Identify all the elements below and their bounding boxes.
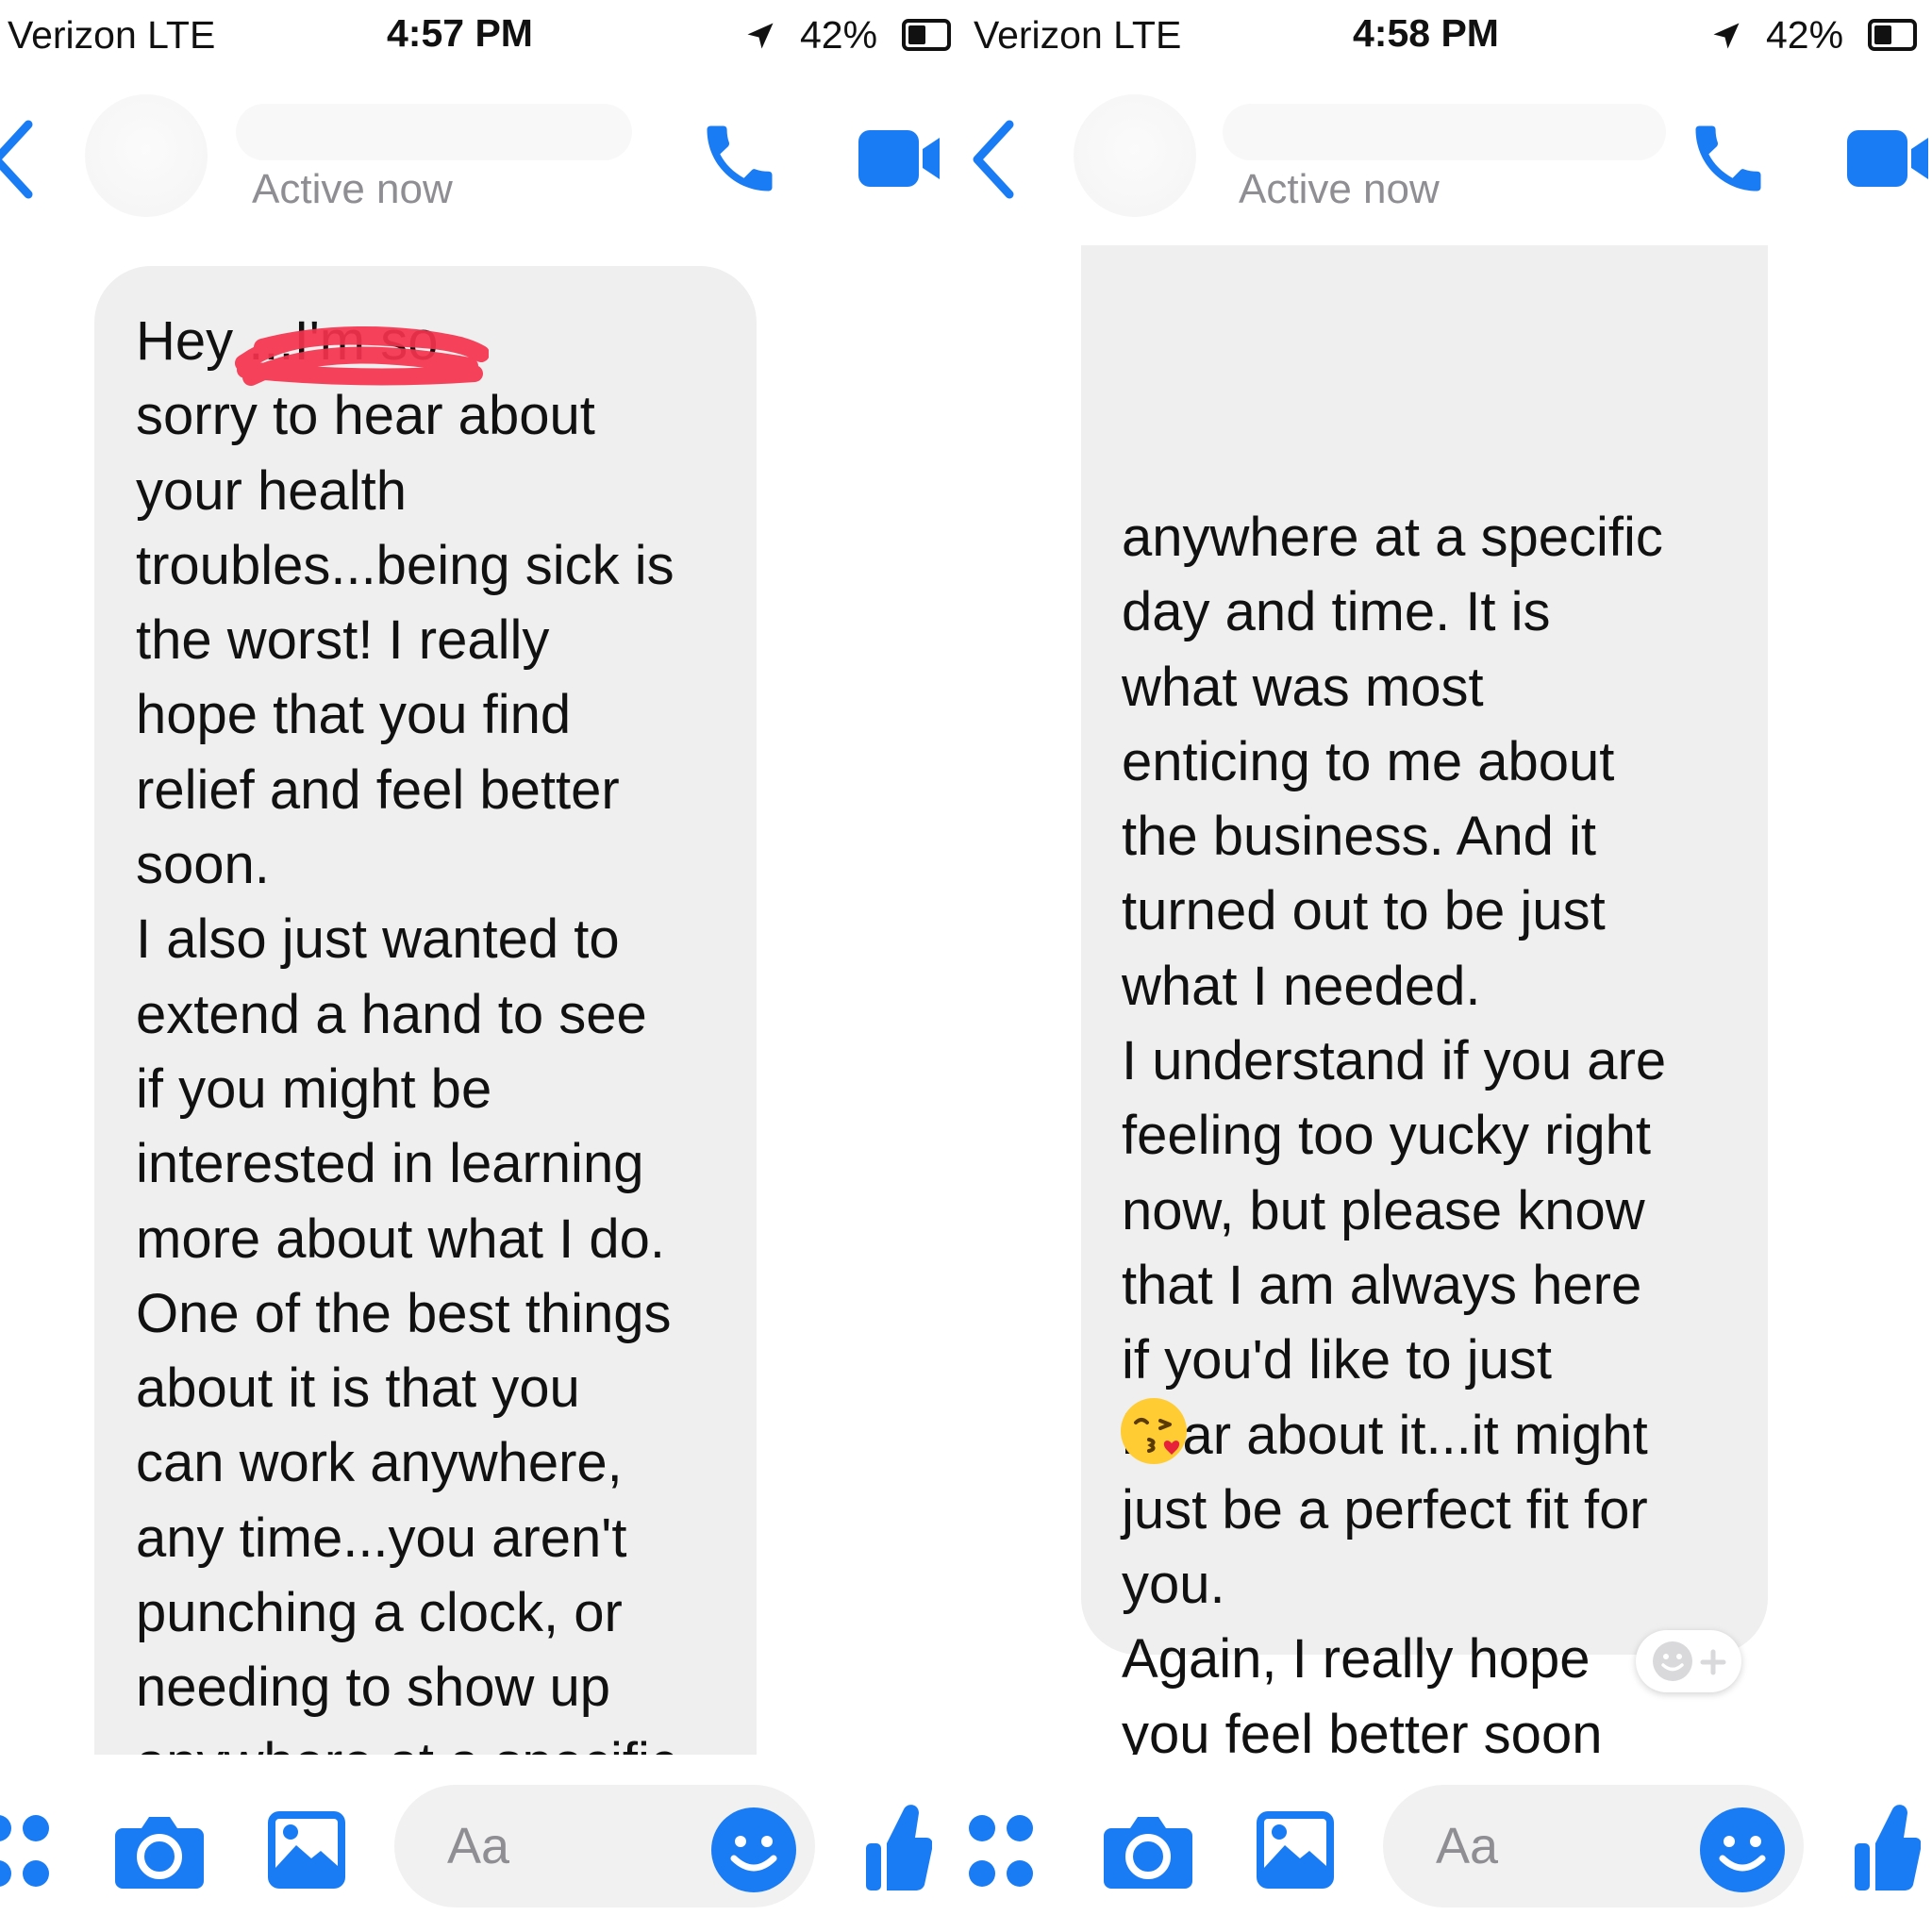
chevron-left-icon[interactable] — [972, 117, 1019, 202]
video-camera-icon[interactable] — [1847, 125, 1928, 192]
redaction-scribble — [235, 325, 489, 386]
plus-icon — [1700, 1649, 1726, 1675]
thumbs-up-icon[interactable] — [1855, 1800, 1921, 1892]
message-thread[interactable]: Hey ...I'm so sorry to hear about your h… — [0, 245, 966, 1755]
clock: 4:57 PM — [387, 11, 533, 55]
carrier-label: Verizon LTE — [974, 13, 1182, 57]
location-arrow-icon — [1713, 23, 1740, 49]
composer-bar — [966, 1755, 1932, 1932]
chevron-left-icon[interactable] — [0, 117, 38, 202]
presence-status: Active now — [252, 166, 453, 212]
battery-percent: 42% — [1766, 13, 1844, 57]
clock: 4:58 PM — [1353, 11, 1499, 55]
contact-name-redacted — [1223, 104, 1666, 160]
composer-bar — [0, 1755, 966, 1932]
video-camera-icon[interactable] — [858, 125, 940, 192]
battery-icon — [1868, 19, 1917, 51]
screen-left: Verizon LTE 4:57 PM 42% Active now Hey .… — [0, 0, 966, 1932]
photo-gallery-icon[interactable] — [268, 1811, 345, 1889]
contact-name-redacted — [236, 104, 632, 160]
screen-right: Verizon LTE 4:58 PM 42% Active now anywh… — [966, 0, 1932, 1932]
battery-percent: 42% — [800, 13, 878, 57]
message-text: anywhere at a specific day and time. It … — [1122, 507, 1667, 1755]
camera-icon[interactable] — [1104, 1811, 1192, 1889]
add-reaction-button[interactable] — [1636, 1630, 1741, 1692]
message-bubble[interactable]: anywhere at a specific day and time. It … — [1081, 245, 1768, 1755]
apps-grid-icon[interactable] — [969, 1809, 1035, 1894]
message-bubble[interactable]: Hey ...I'm so sorry to hear about your h… — [94, 266, 757, 1755]
phone-icon[interactable] — [696, 115, 783, 202]
smiley-icon — [1653, 1641, 1692, 1681]
smiley-icon[interactable] — [711, 1807, 796, 1892]
status-bar: Verizon LTE 4:57 PM 42% — [0, 0, 966, 75]
message-text: Hey ...I'm so sorry to hear about your h… — [136, 310, 677, 1755]
location-arrow-icon — [747, 23, 774, 49]
battery-icon — [902, 19, 951, 51]
kissing-face-emoji-icon — [1121, 1398, 1187, 1464]
status-bar: Verizon LTE 4:58 PM 42% — [966, 0, 1932, 75]
conversation-header: Active now — [0, 75, 966, 245]
conversation-header: Active now — [966, 75, 1932, 245]
avatar[interactable] — [85, 94, 208, 217]
carrier-label: Verizon LTE — [8, 13, 216, 57]
phone-icon[interactable] — [1685, 115, 1772, 202]
apps-grid-icon[interactable] — [0, 1809, 51, 1894]
avatar[interactable] — [1074, 94, 1196, 217]
smiley-icon[interactable] — [1700, 1807, 1785, 1892]
camera-icon[interactable] — [115, 1811, 204, 1889]
message-thread[interactable]: anywhere at a specific day and time. It … — [966, 245, 1932, 1755]
thumbs-up-icon[interactable] — [866, 1800, 932, 1892]
presence-status: Active now — [1239, 166, 1440, 212]
photo-gallery-icon[interactable] — [1257, 1811, 1334, 1889]
